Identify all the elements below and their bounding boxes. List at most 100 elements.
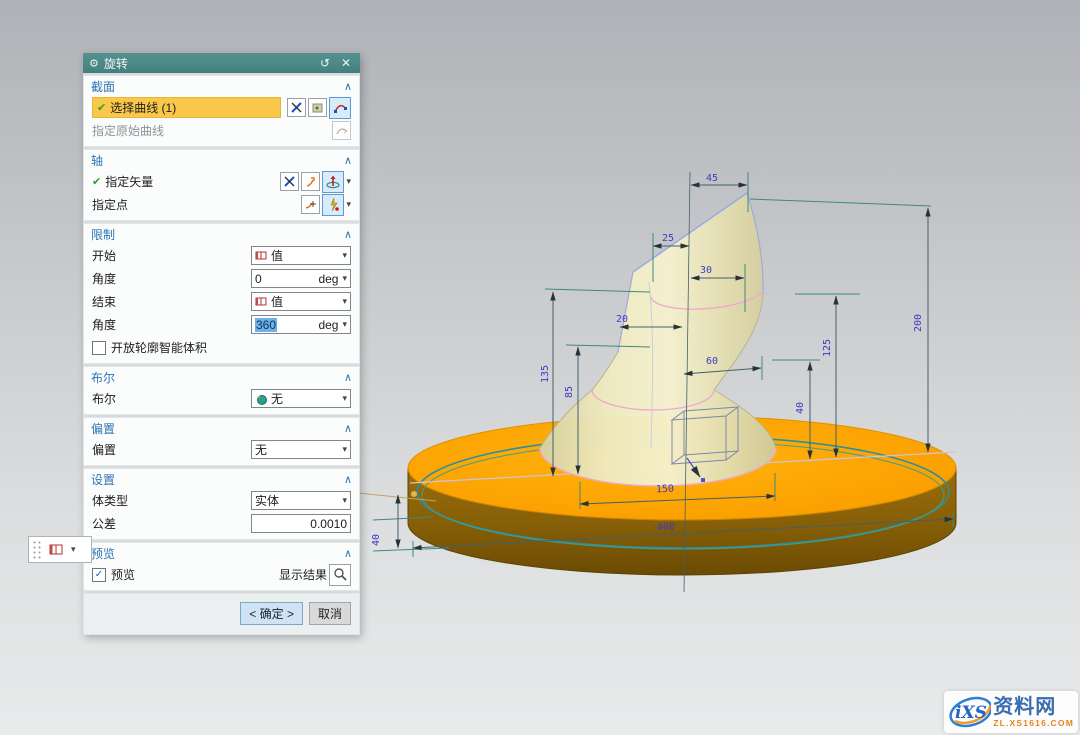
lightning-icon [326, 197, 341, 212]
dim-150[interactable]: 150 [656, 484, 674, 496]
show-result-button[interactable] [329, 564, 351, 586]
specify-point-label: 指定点 [92, 196, 299, 213]
watermark-logo-text: iXS [955, 703, 987, 723]
chevron-up-icon[interactable]: ∧ [344, 547, 352, 560]
start-angle-value[interactable]: 0 [255, 272, 318, 286]
dropdown-caret-icon[interactable]: ▾ [71, 544, 76, 555]
floating-mini-toolbar[interactable]: ▾ [28, 536, 92, 563]
vector-constructor-button[interactable] [301, 172, 320, 191]
dim-60[interactable]: 60 [706, 356, 718, 367]
revolve-preview-solid[interactable] [540, 193, 776, 486]
point-dialog-button[interactable] [322, 194, 344, 216]
dim-135[interactable]: 135 [540, 365, 551, 383]
dim-200[interactable]: 200 [913, 314, 924, 332]
chevron-up-icon[interactable]: ∧ [344, 80, 352, 93]
group-limits-header[interactable]: 限制 ∧ [84, 224, 359, 244]
point-constructor-button[interactable] [301, 195, 320, 214]
dropdown-caret-icon: ▾ [342, 393, 347, 404]
group-settings-header[interactable]: 设置 ∧ [84, 469, 359, 489]
ok-button[interactable]: < 确定 > [240, 602, 303, 625]
boolean-value: 无 [271, 390, 340, 407]
vector-rule-button[interactable] [280, 172, 299, 191]
group-preview: 预览 ∧ ✓ 预览 显示结果 [83, 542, 360, 591]
dialog-footer: < 确定 > 取消 [83, 593, 360, 635]
offset-value: 无 [255, 441, 340, 458]
vector-dialog-button[interactable] [322, 171, 344, 193]
check-icon: ✔ [97, 101, 106, 114]
dim-20[interactable]: 20 [616, 314, 628, 325]
dim-30[interactable]: 30 [700, 265, 712, 276]
sheet-select-button[interactable] [308, 98, 327, 117]
snap-point [411, 491, 417, 497]
group-axis-header[interactable]: 轴 ∧ [84, 150, 359, 170]
tolerance-value[interactable]: 0.0010 [255, 517, 347, 531]
chevron-up-icon[interactable]: ∧ [344, 473, 352, 486]
dim-400[interactable]: 400 [657, 522, 676, 534]
end-mode-dropdown[interactable]: 值 ▾ [251, 292, 351, 311]
origin-curve-label: 指定原始曲线 [92, 122, 330, 139]
dropdown-caret-icon[interactable]: ▾ [342, 273, 347, 284]
offset-dropdown[interactable]: 无 ▾ [251, 440, 351, 459]
group-offset-label: 偏置 [91, 420, 344, 437]
magnifier-icon [333, 567, 348, 582]
dialog-titlebar[interactable]: ⚙ 旋转 ↺ ✕ [83, 53, 360, 73]
origin-curve-button[interactable] [332, 121, 351, 140]
end-angle-unit[interactable]: deg [318, 318, 338, 332]
group-boolean-header[interactable]: 布尔 ∧ [84, 367, 359, 387]
crossing-curves-icon [290, 101, 303, 114]
dropdown-caret-icon[interactable]: ▾ [342, 319, 347, 330]
value-book-icon [255, 250, 268, 261]
group-preview-header[interactable]: 预览 ∧ [84, 543, 359, 563]
chevron-up-icon[interactable]: ∧ [344, 371, 352, 384]
origin-curve-icon [335, 124, 348, 137]
value-book-icon [255, 296, 268, 307]
chevron-up-icon[interactable]: ∧ [344, 154, 352, 167]
body-type-dropdown[interactable]: 实体 ▾ [251, 491, 351, 510]
start-angle-unit[interactable]: deg [318, 272, 338, 286]
chevron-up-icon[interactable]: ∧ [344, 228, 352, 241]
boolean-dropdown[interactable]: 无 ▾ [251, 389, 351, 408]
start-mode-dropdown[interactable]: 值 ▾ [251, 246, 351, 265]
open-profile-checkbox[interactable] [92, 341, 106, 355]
curve-points-icon [333, 100, 348, 115]
dropdown-caret-icon: ▾ [342, 444, 347, 455]
dim-85[interactable]: 85 [564, 386, 575, 398]
dropdown-caret-icon[interactable]: ▾ [346, 176, 351, 187]
check-icon: ✔ [92, 175, 101, 188]
select-curve-field[interactable]: ✔ 选择曲线 (1) [92, 97, 281, 118]
tolerance-input[interactable]: 0.0010 [251, 514, 351, 533]
watermark-site-url: ZL.XS1616.COM [993, 719, 1074, 728]
drag-handle[interactable] [32, 540, 42, 559]
chevron-up-icon[interactable]: ∧ [344, 422, 352, 435]
crossing-lines-icon [283, 175, 296, 188]
preview-checkbox-label: 预览 [111, 566, 279, 583]
close-icon[interactable]: ✕ [338, 56, 354, 70]
cancel-button[interactable]: 取消 [309, 602, 351, 625]
body-type-label: 体类型 [92, 492, 251, 509]
group-boolean: 布尔 ∧ 布尔 无 ▾ [83, 366, 360, 415]
group-section-header[interactable]: 截面 ∧ [84, 76, 359, 96]
dim-40-cone[interactable]: 40 [795, 402, 806, 414]
dim-45[interactable]: 45 [706, 173, 718, 184]
boolean-none-icon [255, 393, 268, 405]
gear-icon: ⚙ [89, 57, 99, 70]
group-axis: 轴 ∧ ✔ 指定矢量 [83, 149, 360, 221]
dim-25[interactable]: 25 [662, 233, 674, 244]
sketch-section-button[interactable] [329, 97, 351, 119]
group-offset-header[interactable]: 偏置 ∧ [84, 418, 359, 438]
end-angle-input[interactable]: 360 deg ▾ [251, 315, 351, 334]
curve-rule-button[interactable] [287, 98, 306, 117]
dropdown-caret-icon[interactable]: ▾ [346, 199, 351, 210]
dim-125[interactable]: 125 [822, 339, 833, 357]
application-window: 45 25 30 20 60 135 85 40 125 200 150 400… [0, 0, 1080, 735]
end-angle-value[interactable]: 360 [255, 318, 277, 332]
dim-40-disc[interactable]: 40 [371, 534, 382, 546]
group-preview-label: 预览 [91, 545, 344, 562]
tolerance-label: 公差 [92, 515, 251, 532]
dialog-title: 旋转 [104, 55, 312, 72]
dropdown-caret-icon: ▾ [342, 296, 347, 307]
preview-checkbox[interactable]: ✓ [92, 568, 106, 582]
reset-icon[interactable]: ↺ [317, 56, 333, 70]
start-label: 开始 [92, 247, 251, 264]
start-angle-input[interactable]: 0 deg ▾ [251, 269, 351, 288]
